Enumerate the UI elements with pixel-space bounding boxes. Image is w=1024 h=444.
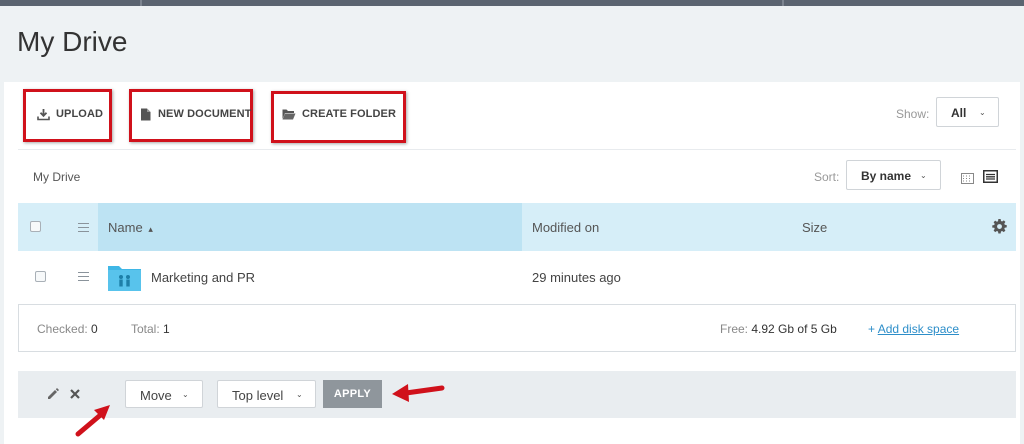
column-header-size[interactable]: Size xyxy=(802,220,827,235)
checked-count: Checked: 0 xyxy=(37,322,98,336)
chevron-down-icon: ⌄ xyxy=(182,390,189,399)
show-filter-label: Show: xyxy=(896,107,930,121)
top-strip-separator xyxy=(140,0,142,6)
table-row[interactable]: Marketing and PR 29 minutes ago xyxy=(18,251,1016,303)
select-all-checkbox[interactable] xyxy=(30,221,41,232)
move-value: Move xyxy=(140,388,172,403)
row-checkbox[interactable] xyxy=(35,271,46,282)
free-value: 4.92 Gb of 5 Gb xyxy=(751,322,837,336)
column-menu-icon[interactable] xyxy=(78,223,89,235)
group-action-bar: Move ⌄ Top level ⌄ APPLY xyxy=(18,371,1016,418)
upload-button[interactable]: UPLOAD xyxy=(36,97,103,131)
annotation-arrow-icon xyxy=(392,384,445,402)
move-dropdown[interactable]: Move ⌄ xyxy=(125,380,203,408)
shared-folder-icon xyxy=(108,263,141,296)
add-disk-space-link[interactable]: + Add disk space xyxy=(868,322,959,336)
row-name[interactable]: Marketing and PR xyxy=(151,270,255,285)
total-value: 1 xyxy=(163,322,170,336)
add-disk-label: Add disk space xyxy=(877,322,960,336)
new-document-button[interactable]: NEW DOCUMENT xyxy=(138,97,251,131)
create-folder-button[interactable]: CREATE FOLDER xyxy=(282,97,396,131)
chevron-down-icon: ⌄ xyxy=(296,390,303,399)
sort-value: By name xyxy=(861,169,912,183)
sort-dropdown[interactable]: By name ⌄ xyxy=(846,160,941,190)
annotation-arrow-icon xyxy=(75,405,110,437)
show-filter-dropdown[interactable]: All ⌄ xyxy=(936,97,999,127)
pencil-icon[interactable] xyxy=(46,387,60,406)
name-column-header-bg xyxy=(98,203,522,251)
page-title: My Drive xyxy=(17,26,128,57)
total-count: Total: 1 xyxy=(131,322,170,336)
column-header-name-label: Name xyxy=(108,220,143,235)
level-dropdown[interactable]: Top level ⌄ xyxy=(217,380,316,408)
row-menu-icon[interactable] xyxy=(78,272,89,284)
level-value: Top level xyxy=(232,388,284,403)
total-label: Total: xyxy=(131,322,160,336)
top-strip-separator xyxy=(782,0,784,6)
free-label: Free: xyxy=(720,322,749,336)
row-modified: 29 minutes ago xyxy=(532,270,621,285)
chevron-down-icon: ⌄ xyxy=(920,171,927,180)
list-view-icon[interactable] xyxy=(983,170,998,188)
column-header-modified[interactable]: Modified on xyxy=(532,220,599,235)
create-folder-label: CREATE FOLDER xyxy=(302,108,396,120)
toolbar-divider xyxy=(18,149,1016,150)
document-icon xyxy=(138,107,152,121)
column-header-name[interactable]: Name ▴ xyxy=(108,220,153,235)
checked-label: Checked: xyxy=(37,322,88,336)
open-folder-icon xyxy=(282,107,296,121)
checked-value: 0 xyxy=(91,322,98,336)
free-space: Free: 4.92 Gb of 5 Gb xyxy=(720,322,837,336)
table-header: Name ▴ Modified on Size xyxy=(18,203,1016,251)
upload-label: UPLOAD xyxy=(56,108,104,120)
apply-button[interactable]: APPLY xyxy=(323,380,382,408)
table-footer: Checked: 0 Total: 1 Free: 4.92 Gb of 5 G… xyxy=(18,304,1016,352)
sort-ascending-icon: ▴ xyxy=(148,224,153,234)
top-navigation-strip xyxy=(0,0,1024,6)
chevron-down-icon: ⌄ xyxy=(979,108,986,117)
download-tray-icon xyxy=(36,107,50,121)
sort-label: Sort: xyxy=(814,170,840,184)
breadcrumb[interactable]: My Drive xyxy=(33,170,80,184)
add-disk-prefix: + xyxy=(868,322,878,336)
show-filter-value: All xyxy=(951,106,967,120)
grid-view-icon[interactable] xyxy=(961,171,974,189)
new-document-label: NEW DOCUMENT xyxy=(158,108,252,120)
gear-icon[interactable] xyxy=(992,219,1007,239)
